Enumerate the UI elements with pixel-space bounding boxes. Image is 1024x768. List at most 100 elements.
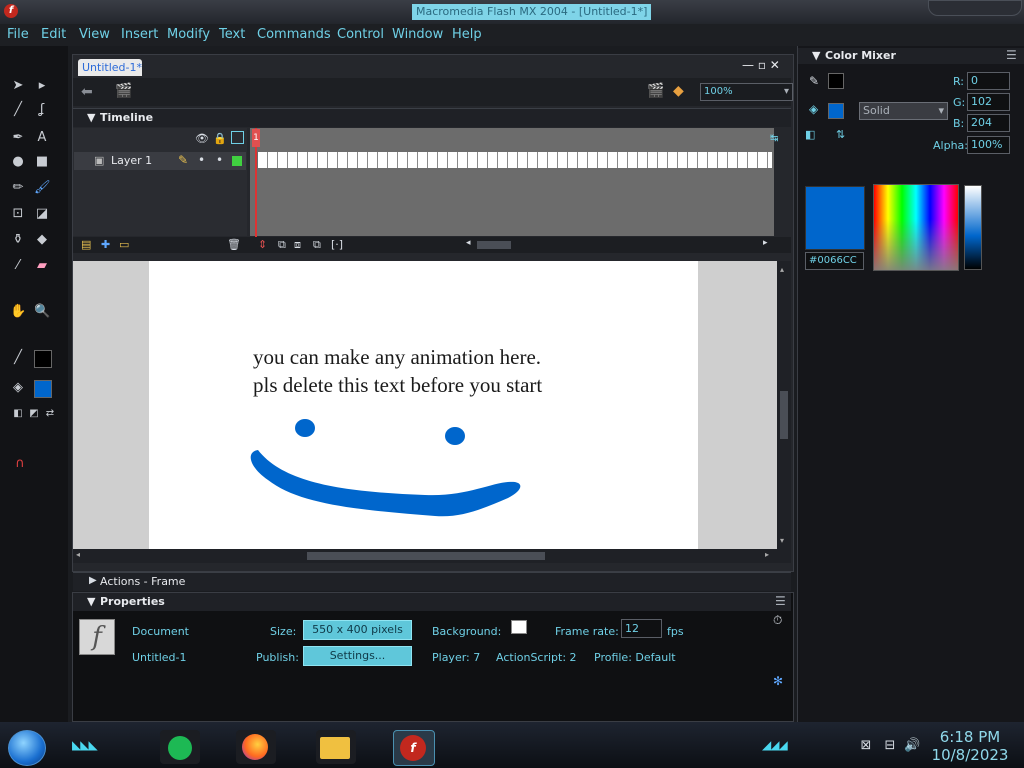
back-arrow-icon[interactable]: ⬅ — [81, 84, 93, 100]
g-input[interactable]: 102 — [967, 93, 1010, 111]
line-tool-icon[interactable]: ╱ — [10, 102, 26, 118]
timeline-scroll-thumb[interactable] — [477, 241, 511, 249]
color-mixer-header[interactable]: ▼ Color Mixer ☰ — [798, 48, 1024, 64]
center-frame-icon[interactable]: ⇕ — [258, 238, 267, 251]
system-clock[interactable]: 6:18 PM 10/8/2023 — [922, 728, 1018, 764]
help-icon[interactable]: ⏱ — [773, 613, 782, 628]
smiley-drawing[interactable] — [240, 410, 530, 530]
pen-tool-icon[interactable]: ✒ — [10, 130, 26, 146]
eraser-tool-icon[interactable]: ▰ — [34, 258, 50, 274]
alpha-input[interactable]: 100% — [967, 136, 1010, 154]
edit-multiple-frames-icon[interactable]: ⧉ — [313, 238, 321, 252]
properties-header[interactable]: ▼ Properties ☰ — [73, 593, 791, 611]
collapse-icon[interactable]: ▼ — [812, 49, 820, 62]
document-tab[interactable]: Untitled-1* — [78, 59, 142, 76]
menu-file[interactable]: File — [7, 27, 29, 42]
insert-layer-icon[interactable]: ▤ — [81, 238, 91, 251]
swap-colors-icon[interactable]: ⇅ — [836, 128, 845, 141]
current-frame-marker[interactable]: 1 — [252, 129, 260, 147]
outline-icon[interactable] — [231, 131, 244, 144]
hex-input[interactable]: #0066CC — [805, 252, 864, 270]
menu-view[interactable]: View — [79, 27, 110, 42]
delete-layer-icon[interactable]: 🗑 — [227, 238, 241, 251]
menu-window[interactable]: Window — [392, 27, 443, 42]
size-button[interactable]: 550 x 400 pixels — [303, 620, 412, 640]
scroll-left-icon[interactable]: ◂ — [466, 238, 471, 248]
firefox-taskbar-button[interactable] — [236, 730, 276, 764]
start-button[interactable] — [8, 730, 46, 766]
document-window-controls[interactable]: — ▫ ✕ — [742, 58, 790, 74]
edit-scene-icon[interactable]: 🎬 — [647, 83, 664, 99]
onion-outlines-icon[interactable]: ⧈ — [294, 238, 301, 252]
fill-color-icon[interactable]: ◈ — [10, 380, 26, 396]
black-white-icon[interactable]: ◧ — [10, 406, 26, 422]
expand-icon[interactable]: ▶ — [89, 575, 97, 586]
layer-row[interactable]: ▣ Layer 1 ✎ • • — [74, 152, 246, 170]
menu-help[interactable]: Help — [452, 27, 482, 42]
timeline-menu-icon[interactable]: ↹ — [770, 133, 778, 144]
scroll-left-icon[interactable]: ◂ — [76, 550, 80, 559]
vertical-scroll-thumb[interactable] — [780, 391, 788, 439]
stage-vertical-scrollbar[interactable]: ▴ ▾ — [777, 261, 791, 549]
timeline-collapse-icon[interactable]: ▼ — [87, 111, 95, 124]
lock-dot[interactable]: • — [216, 153, 223, 167]
stroke-color-icon[interactable]: ╱ — [10, 350, 26, 366]
swap-colors-icon[interactable]: ⇄ — [42, 406, 58, 422]
lock-icon[interactable]: 🔒 — [213, 132, 227, 145]
menu-control[interactable]: Control — [337, 27, 384, 42]
collapse-icon[interactable]: ▼ — [87, 595, 95, 608]
insert-folder-icon[interactable]: ▭ — [119, 238, 129, 251]
text-tool-icon[interactable]: A — [34, 130, 50, 146]
color-spectrum[interactable] — [873, 184, 959, 271]
background-color-swatch[interactable] — [511, 620, 527, 634]
timeline-frames[interactable] — [250, 128, 774, 236]
volume-icon[interactable]: 🔊 — [904, 738, 920, 754]
show-hide-icon[interactable]: 👁 — [195, 132, 209, 145]
ink-bottle-tool-icon[interactable]: ⚱ — [10, 232, 26, 248]
outline-color-swatch[interactable] — [232, 156, 242, 166]
menu-modify[interactable]: Modify — [167, 27, 210, 42]
fill-color-swatch[interactable] — [34, 380, 52, 398]
modify-markers-icon[interactable]: [·] — [331, 238, 343, 251]
timeline-header[interactable]: ▼ Timeline — [73, 108, 791, 127]
panel-options-icon[interactable]: ☰ — [775, 594, 786, 608]
arrow-tool-icon[interactable]: ➤ — [10, 78, 26, 94]
file-explorer-taskbar-button[interactable] — [316, 730, 356, 764]
scroll-right-icon[interactable]: ▸ — [765, 550, 769, 559]
spotify-taskbar-button[interactable] — [160, 730, 200, 764]
menu-insert[interactable]: Insert — [121, 27, 158, 42]
visibility-dot[interactable]: • — [198, 153, 205, 167]
network-error-icon[interactable]: ⊠ — [858, 738, 874, 754]
fill-transform-tool-icon[interactable]: ◪ — [34, 206, 50, 222]
scroll-right-icon[interactable]: ▸ — [763, 238, 768, 248]
accessibility-icon[interactable]: ✻ — [773, 674, 783, 688]
subselect-tool-icon[interactable]: ▸ — [34, 78, 50, 94]
add-motion-guide-icon[interactable]: ✚ — [101, 238, 110, 251]
hand-tool-icon[interactable]: ✋ — [10, 304, 26, 320]
brush-tool-icon[interactable]: 🖌 — [34, 180, 51, 196]
fill-color-swatch[interactable] — [828, 103, 844, 119]
flash-taskbar-button[interactable]: f — [393, 730, 435, 766]
frame-rate-input[interactable]: 12 — [621, 619, 662, 638]
eyedropper-tool-icon[interactable]: ⁄ — [10, 258, 26, 274]
rectangle-tool-icon[interactable]: ■ — [34, 154, 50, 170]
window-controls[interactable] — [928, 0, 1022, 16]
fill-type-select[interactable]: Solid ▾ — [859, 102, 948, 120]
free-transform-tool-icon[interactable]: ⊡ — [10, 206, 26, 222]
snap-magnet-icon[interactable]: ∩ — [12, 456, 28, 472]
brightness-slider[interactable] — [964, 185, 982, 270]
scroll-up-icon[interactable]: ▴ — [780, 265, 784, 274]
pencil-tool-icon[interactable]: ✏ — [10, 180, 26, 196]
scroll-down-icon[interactable]: ▾ — [780, 536, 784, 545]
no-color-icon[interactable]: ◩ — [26, 406, 42, 422]
horizontal-scroll-thumb[interactable] — [307, 552, 545, 560]
stage-horizontal-scrollbar[interactable]: ◂ ▸ — [73, 549, 791, 563]
edit-symbols-icon[interactable]: ◆ — [673, 83, 684, 99]
menu-text[interactable]: Text — [219, 27, 245, 42]
menu-commands[interactable]: Commands — [257, 27, 331, 42]
zoom-select[interactable]: 100% ▾ — [700, 83, 793, 101]
menu-edit[interactable]: Edit — [41, 27, 66, 42]
lasso-tool-icon[interactable]: ʆ — [34, 102, 50, 118]
onion-skin-icon[interactable]: ⧉ — [278, 238, 286, 252]
panel-options-icon[interactable]: ☰ — [1006, 48, 1017, 62]
